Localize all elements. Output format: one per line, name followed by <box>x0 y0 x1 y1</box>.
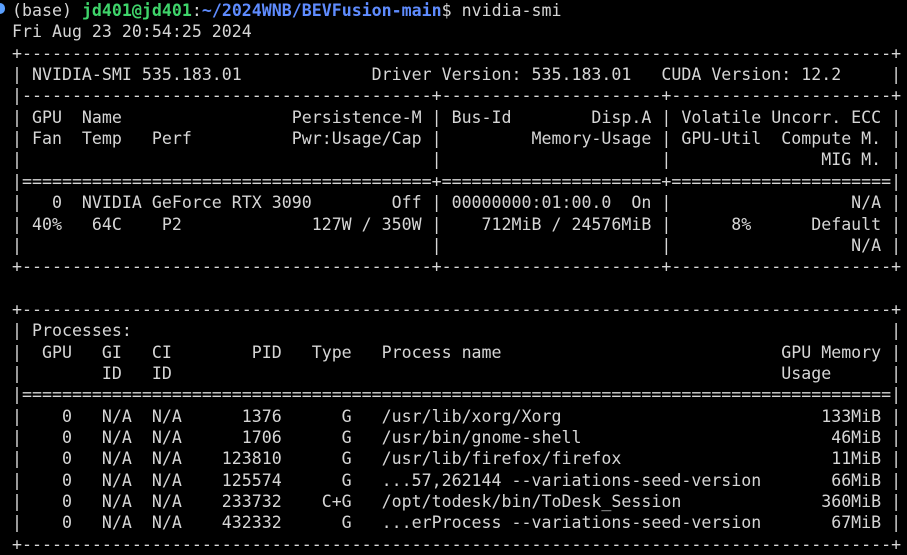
output-line: | NVIDIA-SMI 535.183.01 Driver Version: … <box>12 65 902 85</box>
output-line: | 0 N/A N/A 123810 G /usr/lib/firefox/fi… <box>12 449 902 469</box>
terminal-window[interactable]: (base) jd401@jd401:~/2024WNB/BEVFusion-m… <box>0 0 907 555</box>
output-line: | 40% 64C P2 127W / 350W | 712MiB / 2457… <box>12 214 902 234</box>
output-line: +---------------------------------------… <box>12 534 902 554</box>
prompt-marker-icon <box>0 3 5 14</box>
shell-prompt-line: (base) jd401@jd401:~/2024WNB/BEVFusion-m… <box>12 0 562 21</box>
conda-env: (base) <box>12 1 82 20</box>
output-line: | | | N/A | <box>12 235 902 255</box>
output-line: | Processes: | <box>12 321 902 341</box>
output-line: | GPU Name Persistence-M | Bus-Id Disp.A… <box>12 107 902 127</box>
prompt-sigil: $ <box>441 1 462 20</box>
output-line: +---------------------------------------… <box>12 299 902 319</box>
output-line: | GPU GI CI PID Type Process name GPU Me… <box>12 342 902 362</box>
output-line: | 0 N/A N/A 432332 G ...erProcess --vari… <box>12 513 902 533</box>
user-host: jd401@jd401 <box>81 1 192 20</box>
output-line: Fri Aug 23 20:54:25 2024 <box>12 22 252 42</box>
output-line: +---------------------------------------… <box>12 43 902 63</box>
output-line: | 0 NVIDIA GeForce RTX 3090 Off | 000000… <box>12 193 902 213</box>
output-line: |---------------------------------------… <box>12 86 902 106</box>
output-line: | | | MIG M. | <box>12 150 902 170</box>
output-line: | ID ID Usage | <box>12 363 902 383</box>
output-line: | 0 N/A N/A 1376 G /usr/lib/xorg/Xorg 13… <box>12 406 902 426</box>
output-line: |=======================================… <box>12 385 902 405</box>
output-line: | 0 N/A N/A 1706 G /usr/bin/gnome-shell … <box>12 428 902 447</box>
working-directory: ~/2024WNB/BEVFusion-main <box>201 1 442 20</box>
output-line: | Fan Temp Perf Pwr:Usage/Cap | Memory-U… <box>12 129 902 149</box>
output-line: | 0 N/A N/A 233732 C+G /opt/todesk/bin/T… <box>12 492 902 512</box>
command-text: nvidia-smi <box>461 1 562 20</box>
output-line: +---------------------------------------… <box>12 257 902 277</box>
output-line: |=======================================… <box>12 171 902 191</box>
prompt-colon: : <box>191 1 202 20</box>
output-line: | 0 N/A N/A 125574 G ...57,262144 --vari… <box>12 470 902 490</box>
